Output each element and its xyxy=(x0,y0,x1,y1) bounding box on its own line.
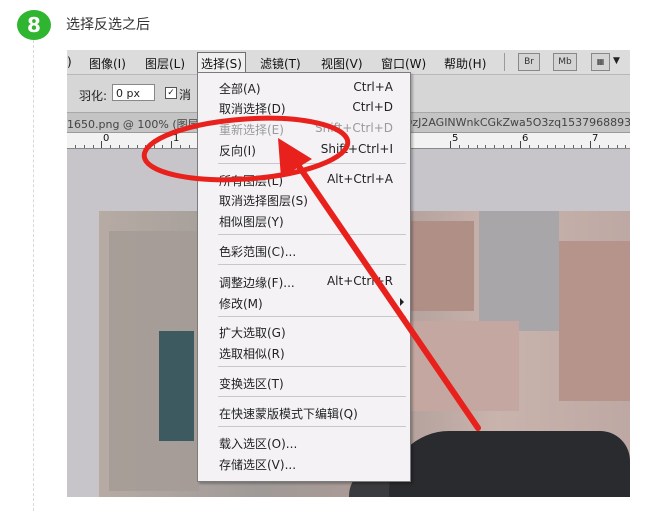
menu-item-label: 调整边缘(F)... xyxy=(219,276,295,290)
menu-item-label: 选取相似(R) xyxy=(219,347,285,361)
menu-item-refine-edge[interactable]: 调整边缘(F)... Alt+Ctrl+R xyxy=(198,273,410,291)
menu-separator xyxy=(218,396,406,397)
menu-item-label: 扩大选取(G) xyxy=(219,326,286,340)
menu-item-shortcut: Ctrl+D xyxy=(352,100,393,114)
ruler-label: 5 xyxy=(452,133,459,144)
menu-item-label: 相似图层(Y) xyxy=(219,215,284,229)
menu-separator xyxy=(218,264,406,265)
menu-item-label: 修改(M) xyxy=(219,297,263,311)
ruler-label: 0 xyxy=(103,133,110,144)
arrange-dropdown-icon[interactable]: ▼ xyxy=(613,56,620,66)
menu-filter[interactable]: 滤镜(T) xyxy=(260,55,301,72)
menu-item-color-range[interactable]: 色彩范围(C)... xyxy=(198,242,410,260)
menu-edit-tail[interactable]: ) xyxy=(67,55,72,69)
menu-item-deselect[interactable]: 取消选择(D) Ctrl+D xyxy=(198,99,410,117)
mini-bridge-button[interactable]: Mb xyxy=(553,53,577,71)
menu-image[interactable]: 图像(I) xyxy=(89,55,126,72)
menu-separator xyxy=(218,366,406,367)
feather-input[interactable]: 0 px xyxy=(112,84,155,101)
feather-label: 羽化: xyxy=(79,89,108,103)
menu-view[interactable]: 视图(V) xyxy=(321,55,363,72)
menu-separator xyxy=(218,316,406,317)
menu-item-shortcut: Alt+Ctrl+A xyxy=(327,172,393,186)
ruler-tick xyxy=(101,141,102,148)
menu-item-label: 全部(A) xyxy=(219,82,261,96)
menu-item-shortcut: Alt+Ctrl+R xyxy=(326,274,393,288)
menu-item-label: 取消选择图层(S) xyxy=(219,194,308,208)
menu-item-label: 在快速蒙版模式下编辑(Q) xyxy=(219,407,358,421)
ruler-label: 6 xyxy=(522,133,529,144)
document-tab-title: 1650.png @ 100% (图层 xyxy=(67,118,199,131)
menu-item-transform-selection[interactable]: 变换选区(T) xyxy=(198,374,410,392)
step-guide-line xyxy=(33,40,34,511)
menu-item-label: 反向(I) xyxy=(219,144,256,158)
antialias-checkbox[interactable]: ✓ xyxy=(165,87,177,99)
step-title: 选择反选之后 xyxy=(66,17,150,33)
menu-item-label: 载入选区(O)... xyxy=(219,437,298,451)
menu-item-shortcut: Shift+Ctrl+I xyxy=(320,142,393,156)
menu-separator xyxy=(218,426,406,427)
menu-item-label: 色彩范围(C)... xyxy=(219,245,297,259)
menu-item-load-selection[interactable]: 载入选区(O)... xyxy=(198,434,410,452)
menu-separator xyxy=(218,234,406,235)
arrange-documents-button[interactable]: ▦ xyxy=(591,53,610,71)
menu-item-label: 取消选择(D) xyxy=(219,102,286,116)
menu-item-all-layers[interactable]: 所有图层(L) Alt+Ctrl+A xyxy=(198,171,410,189)
menu-item-reselect: 重新选择(E) Shift+Ctrl+D xyxy=(198,120,410,138)
step-number-badge: 8 xyxy=(17,10,51,40)
menu-item-save-selection[interactable]: 存储选区(V)... xyxy=(198,455,410,473)
menu-item-similar-layers[interactable]: 相似图层(Y) xyxy=(198,212,410,230)
submenu-arrow-icon xyxy=(400,298,404,306)
menu-item-deselect-layers[interactable]: 取消选择图层(S) xyxy=(198,191,410,209)
menu-item-grow[interactable]: 扩大选取(G) xyxy=(198,323,410,341)
menu-item-label: 存储选区(V)... xyxy=(219,458,297,472)
antialias-label: 消 xyxy=(179,88,192,102)
menu-item-label: 变换选区(T) xyxy=(219,377,284,391)
document-tab-filename: OOzJ2AGINWnkCGkZwa5O3zq1537968893 xyxy=(395,116,630,129)
menubar-divider xyxy=(504,53,505,71)
ruler-tick xyxy=(590,141,591,148)
select-menu-dropdown: 全部(A) Ctrl+A 取消选择(D) Ctrl+D 重新选择(E) Shif… xyxy=(197,72,411,482)
menu-item-similar[interactable]: 选取相似(R) xyxy=(198,344,410,362)
menu-separator xyxy=(218,163,406,164)
ruler-tick xyxy=(520,141,521,148)
menu-help[interactable]: 帮助(H) xyxy=(444,55,486,72)
menu-item-quick-mask[interactable]: 在快速蒙版模式下编辑(Q) xyxy=(198,404,410,422)
menu-item-label: 重新选择(E) xyxy=(219,123,284,137)
menu-item-inverse[interactable]: 反向(I) Shift+Ctrl+I xyxy=(198,141,410,159)
ruler-tick xyxy=(171,141,172,148)
ruler-tick xyxy=(450,141,451,148)
menu-window[interactable]: 窗口(W) xyxy=(381,55,426,72)
menu-item-modify[interactable]: 修改(M) xyxy=(198,294,410,312)
menu-item-all[interactable]: 全部(A) Ctrl+A xyxy=(198,79,410,97)
menu-item-shortcut: Ctrl+A xyxy=(353,80,393,94)
menu-item-shortcut: Shift+Ctrl+D xyxy=(315,121,393,135)
menu-item-label: 所有图层(L) xyxy=(219,174,284,188)
ruler-label: 1 xyxy=(173,133,180,144)
ruler-label: 7 xyxy=(592,133,599,144)
bridge-button[interactable]: Br xyxy=(518,53,540,71)
menu-layer[interactable]: 图层(L) xyxy=(145,55,185,72)
